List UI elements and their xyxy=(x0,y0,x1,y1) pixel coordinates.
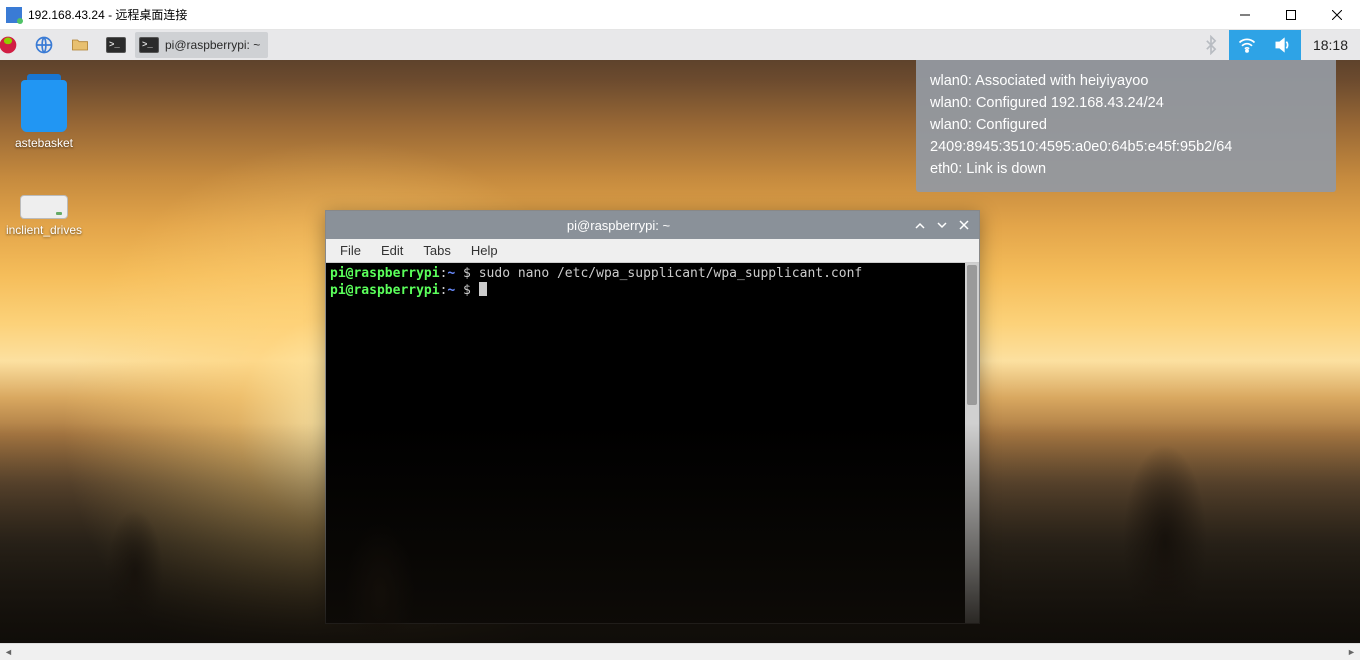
network-tooltip: wlan0: Associated with heiyiyayoo wlan0:… xyxy=(916,60,1336,192)
menu-icon[interactable] xyxy=(0,30,26,60)
desktop-icon-label: astebasket xyxy=(4,136,84,150)
bluetooth-icon[interactable] xyxy=(1193,30,1229,60)
close-button[interactable] xyxy=(1314,0,1360,30)
panel-clock[interactable]: 18:18 xyxy=(1301,37,1360,53)
nettip-line: eth0: Link is down xyxy=(930,158,1322,180)
terminal-scrollbar[interactable] xyxy=(965,263,979,623)
terminal-command: sudo nano /etc/wpa_supplicant/wpa_suppli… xyxy=(479,266,863,281)
terminal-close-button[interactable] xyxy=(955,216,973,234)
remote-desktop[interactable]: >_ >_ pi@raspberrypi: ~ 18:18 wl xyxy=(0,30,1360,643)
terminal-launcher-icon[interactable]: >_ xyxy=(98,30,134,60)
lxpanel: >_ >_ pi@raspberrypi: ~ 18:18 xyxy=(0,30,1360,60)
minimize-button[interactable] xyxy=(1222,0,1268,30)
terminal-minimize-button[interactable] xyxy=(911,216,929,234)
trash-icon xyxy=(21,80,67,132)
taskbar-item-label: pi@raspberrypi: ~ xyxy=(165,38,260,52)
terminal-window[interactable]: pi@raspberrypi: ~ File Edit Tabs Help pi… xyxy=(325,210,980,624)
desktop-icon-drives[interactable]: inclient_drives xyxy=(4,195,84,237)
rdc-window-controls xyxy=(1222,0,1360,30)
menu-file[interactable]: File xyxy=(332,241,369,260)
menu-edit[interactable]: Edit xyxy=(373,241,411,260)
prompt-sym: $ xyxy=(455,266,478,281)
rdc-title: 192.168.43.24 - 远程桌面连接 xyxy=(28,6,1222,23)
remote-viewport: >_ >_ pi@raspberrypi: ~ 18:18 wl xyxy=(0,30,1360,643)
wifi-icon[interactable] xyxy=(1229,30,1265,60)
rdc-titlebar: 192.168.43.24 - 远程桌面连接 xyxy=(0,0,1360,30)
terminal-maximize-button[interactable] xyxy=(933,216,951,234)
browser-icon[interactable] xyxy=(26,30,62,60)
scroll-right-button[interactable]: ► xyxy=(1343,644,1360,661)
desktop-icon-label: inclient_drives xyxy=(4,223,84,237)
nettip-line: wlan0: Configured 192.168.43.24/24 xyxy=(930,92,1322,114)
desktop-icon-wastebasket[interactable]: astebasket xyxy=(4,80,84,150)
scroll-left-button[interactable]: ◄ xyxy=(0,644,17,661)
terminal-body[interactable]: pi@raspberrypi:~ $ sudo nano /etc/wpa_su… xyxy=(326,263,965,623)
prompt-user: pi@raspberrypi xyxy=(330,283,440,298)
prompt-sym: $ xyxy=(455,283,478,298)
drive-icon xyxy=(20,195,68,219)
terminal-icon: >_ xyxy=(139,37,159,53)
terminal-cursor xyxy=(479,282,487,296)
maximize-button[interactable] xyxy=(1268,0,1314,30)
menu-tabs[interactable]: Tabs xyxy=(415,241,458,260)
nettip-line: wlan0: Configured 2409:8945:3510:4595:a0… xyxy=(930,114,1322,158)
volume-icon[interactable] xyxy=(1265,30,1301,60)
rdc-icon xyxy=(6,7,22,23)
filemanager-icon[interactable] xyxy=(62,30,98,60)
menu-help[interactable]: Help xyxy=(463,241,506,260)
terminal-titlebar[interactable]: pi@raspberrypi: ~ xyxy=(326,211,979,239)
nettip-line: wlan0: Associated with heiyiyayoo xyxy=(930,70,1322,92)
terminal-menubar: File Edit Tabs Help xyxy=(326,239,979,263)
taskbar-item-terminal[interactable]: >_ pi@raspberrypi: ~ xyxy=(135,32,268,58)
host-horizontal-scrollbar[interactable]: ◄ ► xyxy=(0,643,1360,660)
prompt-user: pi@raspberrypi xyxy=(330,266,440,281)
scroll-track[interactable] xyxy=(17,644,1343,661)
terminal-title: pi@raspberrypi: ~ xyxy=(326,218,911,233)
